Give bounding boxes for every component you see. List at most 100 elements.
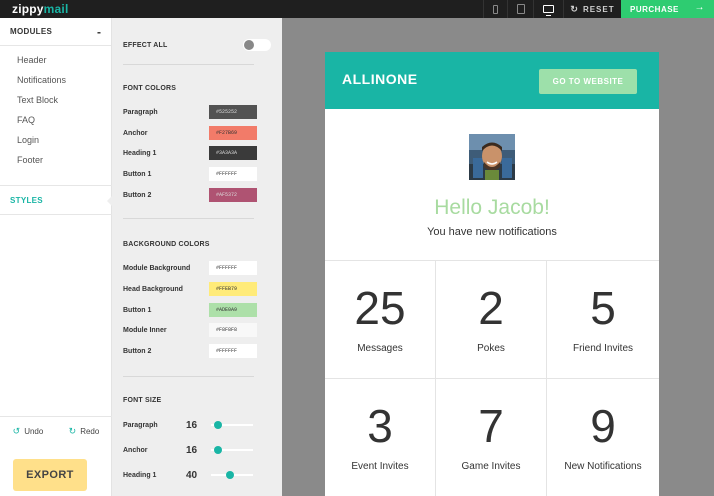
color-swatch[interactable]: #ADE0A9 bbox=[209, 303, 257, 317]
styles-tab[interactable]: STYLES bbox=[0, 185, 113, 215]
color-swatch[interactable]: #F8F8F8 bbox=[209, 323, 257, 337]
color-swatch[interactable]: #3A3A3A bbox=[209, 146, 257, 160]
font-size-value: 16 bbox=[186, 419, 198, 431]
stat-number: 25 bbox=[354, 282, 406, 334]
tablet-icon bbox=[516, 4, 525, 14]
greeting-heading: Hello Jacob! bbox=[434, 196, 550, 219]
redo-icon: ↻ bbox=[68, 426, 77, 436]
font-size-title: FONT SIZE bbox=[123, 397, 162, 404]
color-swatch[interactable]: #FFEB79 bbox=[209, 282, 257, 296]
divider bbox=[123, 376, 254, 377]
font-size-slider[interactable] bbox=[211, 471, 253, 479]
modules-header[interactable]: MODULES - bbox=[0, 18, 111, 46]
phone-view-button[interactable] bbox=[483, 0, 507, 18]
bg-color-head-background: Head Background #FFEB79 bbox=[123, 282, 257, 296]
color-swatch[interactable]: #FFFFFF bbox=[209, 261, 257, 275]
stat-number: 3 bbox=[367, 400, 393, 452]
slider-handle[interactable] bbox=[226, 471, 235, 479]
color-label: Button 1 bbox=[123, 170, 152, 178]
go-to-website-button[interactable]: GO TO WEBSITE bbox=[539, 69, 637, 94]
color-swatch[interactable]: #FFFFFF bbox=[209, 344, 257, 358]
toggle-knob bbox=[244, 40, 254, 50]
modules-sidebar: MODULES - Header Notifications Text Bloc… bbox=[0, 18, 113, 496]
module-list: Header Notifications Text Block FAQ Logi… bbox=[0, 46, 111, 170]
stat-label: Messages bbox=[357, 343, 403, 354]
refresh-icon: ↻ bbox=[570, 3, 579, 14]
stat-label: Game Invites bbox=[461, 461, 521, 472]
purchase-button[interactable]: PURCHASE → bbox=[621, 0, 714, 18]
logo-zippy: zippy bbox=[12, 2, 44, 16]
desktop-icon bbox=[543, 5, 554, 16]
color-label: Anchor bbox=[123, 129, 148, 137]
bg-color-module-inner: Module Inner #F8F8F8 bbox=[123, 323, 257, 337]
color-swatch[interactable]: #525252 bbox=[209, 105, 257, 119]
font-color-button-2: Button 2 #AF5372 bbox=[123, 188, 257, 202]
font-size-slider[interactable] bbox=[211, 421, 253, 429]
undo-button[interactable]: ↺ Undo bbox=[13, 426, 44, 437]
font-color-anchor: Anchor #F27B69 bbox=[123, 126, 257, 140]
avatar bbox=[469, 134, 515, 180]
desktop-view-button[interactable] bbox=[533, 0, 563, 18]
email-preview: ALLINONE GO TO WEBSITE Hello Jacob! You … bbox=[325, 52, 659, 496]
undo-icon: ↺ bbox=[12, 426, 21, 436]
bg-color-module-background: Module Background #FFFFFF bbox=[123, 261, 257, 275]
stat-number: 9 bbox=[590, 400, 616, 452]
stat-label: New Notifications bbox=[564, 461, 642, 472]
bg-color-button-1: Button 1 #ADE0A9 bbox=[123, 303, 257, 317]
color-label: Button 2 bbox=[123, 191, 152, 199]
font-size-value: 40 bbox=[186, 469, 198, 481]
redo-label: Redo bbox=[80, 427, 100, 436]
font-color-paragraph: Paragraph #525252 bbox=[123, 105, 257, 119]
effect-all-row: EFFECT ALL bbox=[123, 36, 271, 54]
color-swatch[interactable]: #FFFFFF bbox=[209, 167, 257, 181]
color-swatch[interactable]: #AF5372 bbox=[209, 188, 257, 202]
color-label: Module Inner bbox=[123, 326, 167, 334]
collapse-icon[interactable]: - bbox=[97, 26, 101, 38]
stat-game-invites: 7 Game Invites bbox=[436, 379, 547, 496]
email-header: ALLINONE GO TO WEBSITE bbox=[325, 52, 659, 109]
color-label: Module Background bbox=[123, 264, 191, 272]
reset-button[interactable]: ↻ RESET bbox=[563, 0, 621, 18]
tablet-view-button[interactable] bbox=[507, 0, 533, 18]
undo-label: Undo bbox=[24, 427, 44, 436]
module-item-faq[interactable]: FAQ bbox=[0, 110, 111, 130]
font-size-anchor: Anchor 16 bbox=[123, 443, 254, 457]
stat-messages: 25 Messages bbox=[325, 261, 436, 379]
module-item-notifications[interactable]: Notifications bbox=[0, 70, 111, 90]
color-label: Heading 1 bbox=[123, 149, 157, 157]
slider-handle[interactable] bbox=[214, 446, 223, 454]
export-button[interactable]: EXPORT bbox=[13, 459, 87, 491]
module-item-header[interactable]: Header bbox=[0, 50, 111, 70]
effect-all-toggle[interactable] bbox=[243, 39, 271, 51]
module-item-footer[interactable]: Footer bbox=[0, 150, 111, 170]
color-label: Button 2 bbox=[123, 347, 152, 355]
slider-handle[interactable] bbox=[214, 421, 223, 429]
notification-subtitle: You have new notifications bbox=[427, 226, 557, 238]
redo-button[interactable]: ↻ Redo bbox=[69, 426, 100, 437]
font-size-label: Anchor bbox=[123, 446, 148, 454]
module-item-login[interactable]: Login bbox=[0, 130, 111, 150]
stat-event-invites: 3 Event Invites bbox=[325, 379, 436, 496]
stat-new-notifications: 9 New Notifications bbox=[547, 379, 659, 496]
color-swatch[interactable]: #F27B69 bbox=[209, 126, 257, 140]
stat-label: Event Invites bbox=[351, 461, 409, 472]
stats-grid: 25 Messages 2 Pokes 5 Friend Invites 3 E… bbox=[325, 260, 659, 496]
font-colors-title: FONT COLORS bbox=[123, 85, 177, 92]
app-logo[interactable]: zippymail bbox=[12, 2, 68, 16]
module-item-text-block[interactable]: Text Block bbox=[0, 90, 111, 110]
color-label: Paragraph bbox=[123, 108, 158, 116]
font-size-value: 16 bbox=[186, 444, 198, 456]
divider bbox=[123, 64, 254, 65]
arrow-right-icon: → bbox=[694, 2, 705, 13]
font-size-paragraph: Paragraph 16 bbox=[123, 418, 254, 432]
font-size-label: Paragraph bbox=[123, 421, 158, 429]
stat-label: Friend Invites bbox=[572, 343, 634, 354]
modules-title: MODULES bbox=[10, 27, 53, 36]
font-size-label: Heading 1 bbox=[123, 471, 157, 479]
stat-label: Pokes bbox=[477, 343, 505, 354]
effect-all-label: EFFECT ALL bbox=[123, 41, 168, 49]
color-label: Head Background bbox=[123, 285, 183, 293]
font-size-slider[interactable] bbox=[211, 446, 253, 454]
divider bbox=[123, 218, 254, 219]
logo-mail: mail bbox=[43, 2, 69, 16]
